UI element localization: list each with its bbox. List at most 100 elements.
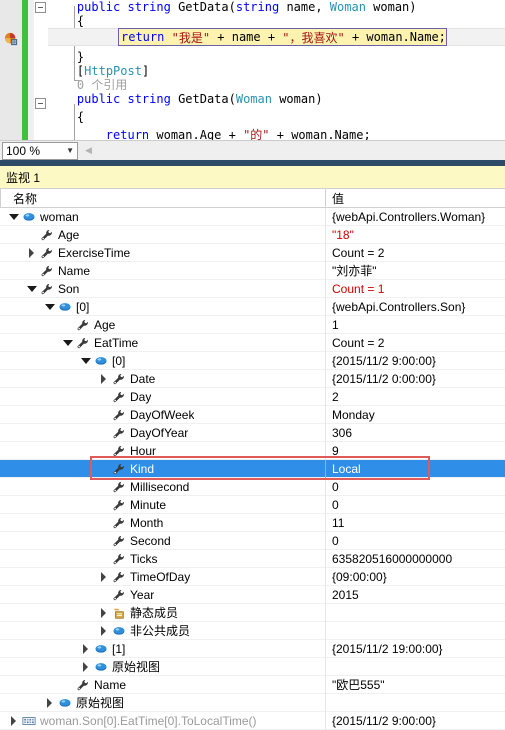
watch-row-name-cell[interactable]: Son [0,280,325,298]
watch-row-name-cell[interactable]: Name [0,262,325,280]
watch-row[interactable]: DayOfWeek Monday [0,405,505,424]
watch-row-value-cell[interactable]: 0 [325,531,505,550]
watch-row[interactable]: Hour 9 [0,441,505,460]
watch-row-name-cell[interactable]: Kind [0,460,325,478]
watch-row-name-cell[interactable]: EatTime [0,334,325,352]
watch-row[interactable]: woman.Son[0].EatTime[0].ToLocalTime() {20… [0,711,505,730]
watch-row-value-cell[interactable]: {2015/11/2 0:00:00} [325,369,505,388]
watch-row-name-cell[interactable]: DayOfYear [0,424,325,442]
watch-row[interactable]: Minute 0 [0,495,505,514]
chevron-right-icon[interactable] [8,715,19,726]
chevron-right-icon[interactable] [98,625,109,636]
watch-row[interactable]: EatTime Count = 2 [0,333,505,352]
watch-row[interactable]: [0] {webApi.Controllers.Son} [0,297,505,316]
watch-row-name-cell[interactable]: ExerciseTime [0,244,325,262]
watch-row[interactable]: 静态成员 [0,603,505,622]
current-statement-line[interactable]: return "我是" + name + "，我喜欢" + woman.Name… [118,28,447,46]
watch-row-value-cell[interactable]: 635820516000000000 [325,549,505,568]
watch-row-name-cell[interactable]: 原始视图 [0,694,325,712]
watch-row-value-cell[interactable]: "欧巴555" [325,675,505,694]
chevron-down-icon[interactable] [80,355,91,366]
watch-row[interactable]: Age 1 [0,315,505,334]
watch-row-value-cell[interactable]: {2015/11/2 9:00:00} [325,711,505,730]
watch-row[interactable]: Millisecond 0 [0,477,505,496]
chevron-down-icon[interactable] [62,337,73,348]
chevron-right-icon[interactable] [44,697,55,708]
watch-window-title[interactable]: 监视 1 [0,166,505,188]
chevron-right-icon[interactable] [98,373,109,384]
watch-row-name-cell[interactable]: [0] [0,352,325,370]
watch-row-value-cell[interactable]: Local [325,459,505,478]
watch-row[interactable]: Son Count = 1 [0,279,505,298]
watch-row-name-cell[interactable]: Name [0,676,325,694]
watch-row-list[interactable]: woman {webApi.Controllers.Woman} Age "18" Ex… [0,207,505,730]
watch-row-value-cell[interactable]: 306 [325,423,505,442]
watch-row-name-cell[interactable]: woman.Son[0].EatTime[0].ToLocalTime() [0,712,325,730]
watch-row-value-cell[interactable]: 2 [325,387,505,406]
watch-row-value-cell[interactable]: Count = 2 [325,333,505,352]
watch-row[interactable]: 原始视图 [0,693,505,712]
watch-row[interactable]: Month 11 [0,513,505,532]
outline-collapse-box[interactable] [35,98,46,109]
code-editor[interactable]: public string GetData(string name, Woman… [0,0,505,140]
watch-row-value-cell[interactable]: 2015 [325,585,505,604]
watch-row[interactable]: 原始视图 [0,657,505,676]
watch-row-name-cell[interactable]: DayOfWeek [0,406,325,424]
watch-row-value-cell[interactable]: {2015/11/2 9:00:00} [325,351,505,370]
watch-row-value-cell[interactable]: "刘亦菲" [325,261,505,280]
watch-row-name-cell[interactable]: Age [0,316,325,334]
watch-row[interactable]: [0] {2015/11/2 9:00:00} [0,351,505,370]
watch-row-value-cell[interactable]: 0 [325,477,505,496]
watch-row-value-cell[interactable]: 11 [325,513,505,532]
watch-row-value-cell[interactable]: Count = 1 [325,279,505,298]
watch-row-name-cell[interactable]: Day [0,388,325,406]
chevron-right-icon[interactable] [80,661,91,672]
watch-row-name-cell[interactable]: Age [0,226,325,244]
watch-row-value-cell[interactable]: {webApi.Controllers.Son} [325,297,505,316]
watch-row-name-cell[interactable]: Minute [0,496,325,514]
watch-row-value-cell[interactable]: 1 [325,315,505,334]
watch-row[interactable]: Ticks 635820516000000000 [0,549,505,568]
watch-row[interactable]: TimeOfDay {09:00:00} [0,567,505,586]
watch-row-value-cell[interactable] [325,621,505,640]
column-header-value[interactable]: 值 [325,188,505,208]
chevron-right-icon[interactable] [98,571,109,582]
watch-row[interactable]: 非公共成员 [0,621,505,640]
watch-row-name-cell[interactable]: [1] [0,640,325,658]
watch-row-name-cell[interactable]: Hour [0,442,325,460]
editor-outlining-margin[interactable] [34,0,79,140]
watch-row-name-cell[interactable]: woman [0,208,325,226]
scroll-left-icon[interactable]: ◀ [82,143,95,158]
watch-row-name-cell[interactable]: [0] [0,298,325,316]
watch-row[interactable]: DayOfYear 306 [0,423,505,442]
watch-row[interactable]: ExerciseTime Count = 2 [0,243,505,262]
chevron-down-icon[interactable] [44,301,55,312]
chevron-right-icon[interactable] [26,247,37,258]
watch-row[interactable]: Date {2015/11/2 0:00:00} [0,369,505,388]
watch-row-name-cell[interactable]: Date [0,370,325,388]
watch-row[interactable]: woman {webApi.Controllers.Woman} [0,207,505,226]
breakpoint-glyph-icon[interactable] [4,32,18,46]
column-header-name[interactable]: 名称 [0,188,325,208]
watch-row[interactable]: Name "欧巴555" [0,675,505,694]
watch-row[interactable]: Day 2 [0,387,505,406]
outline-collapse-box[interactable] [35,2,46,13]
chevron-right-icon[interactable] [98,607,109,618]
watch-row-name-cell[interactable]: Ticks [0,550,325,568]
watch-row-value-cell[interactable]: {09:00:00} [325,567,505,586]
watch-row-value-cell[interactable]: Monday [325,405,505,424]
watch-row-value-cell[interactable]: 9 [325,441,505,460]
watch-row[interactable]: Second 0 [0,531,505,550]
watch-row[interactable]: Kind Local [0,459,505,478]
watch-row-value-cell[interactable]: "18" [325,225,505,244]
watch-row-name-cell[interactable]: Year [0,586,325,604]
watch-row-name-cell[interactable]: Second [0,532,325,550]
watch-row[interactable]: Year 2015 [0,585,505,604]
watch-row-name-cell[interactable]: Millisecond [0,478,325,496]
watch-row-value-cell[interactable]: Count = 2 [325,243,505,262]
watch-row[interactable]: Name "刘亦菲" [0,261,505,280]
chevron-down-icon[interactable] [8,211,19,222]
chevron-right-icon[interactable] [80,643,91,654]
watch-row-value-cell[interactable]: 0 [325,495,505,514]
watch-row[interactable]: [1] {2015/11/2 19:00:00} [0,639,505,658]
